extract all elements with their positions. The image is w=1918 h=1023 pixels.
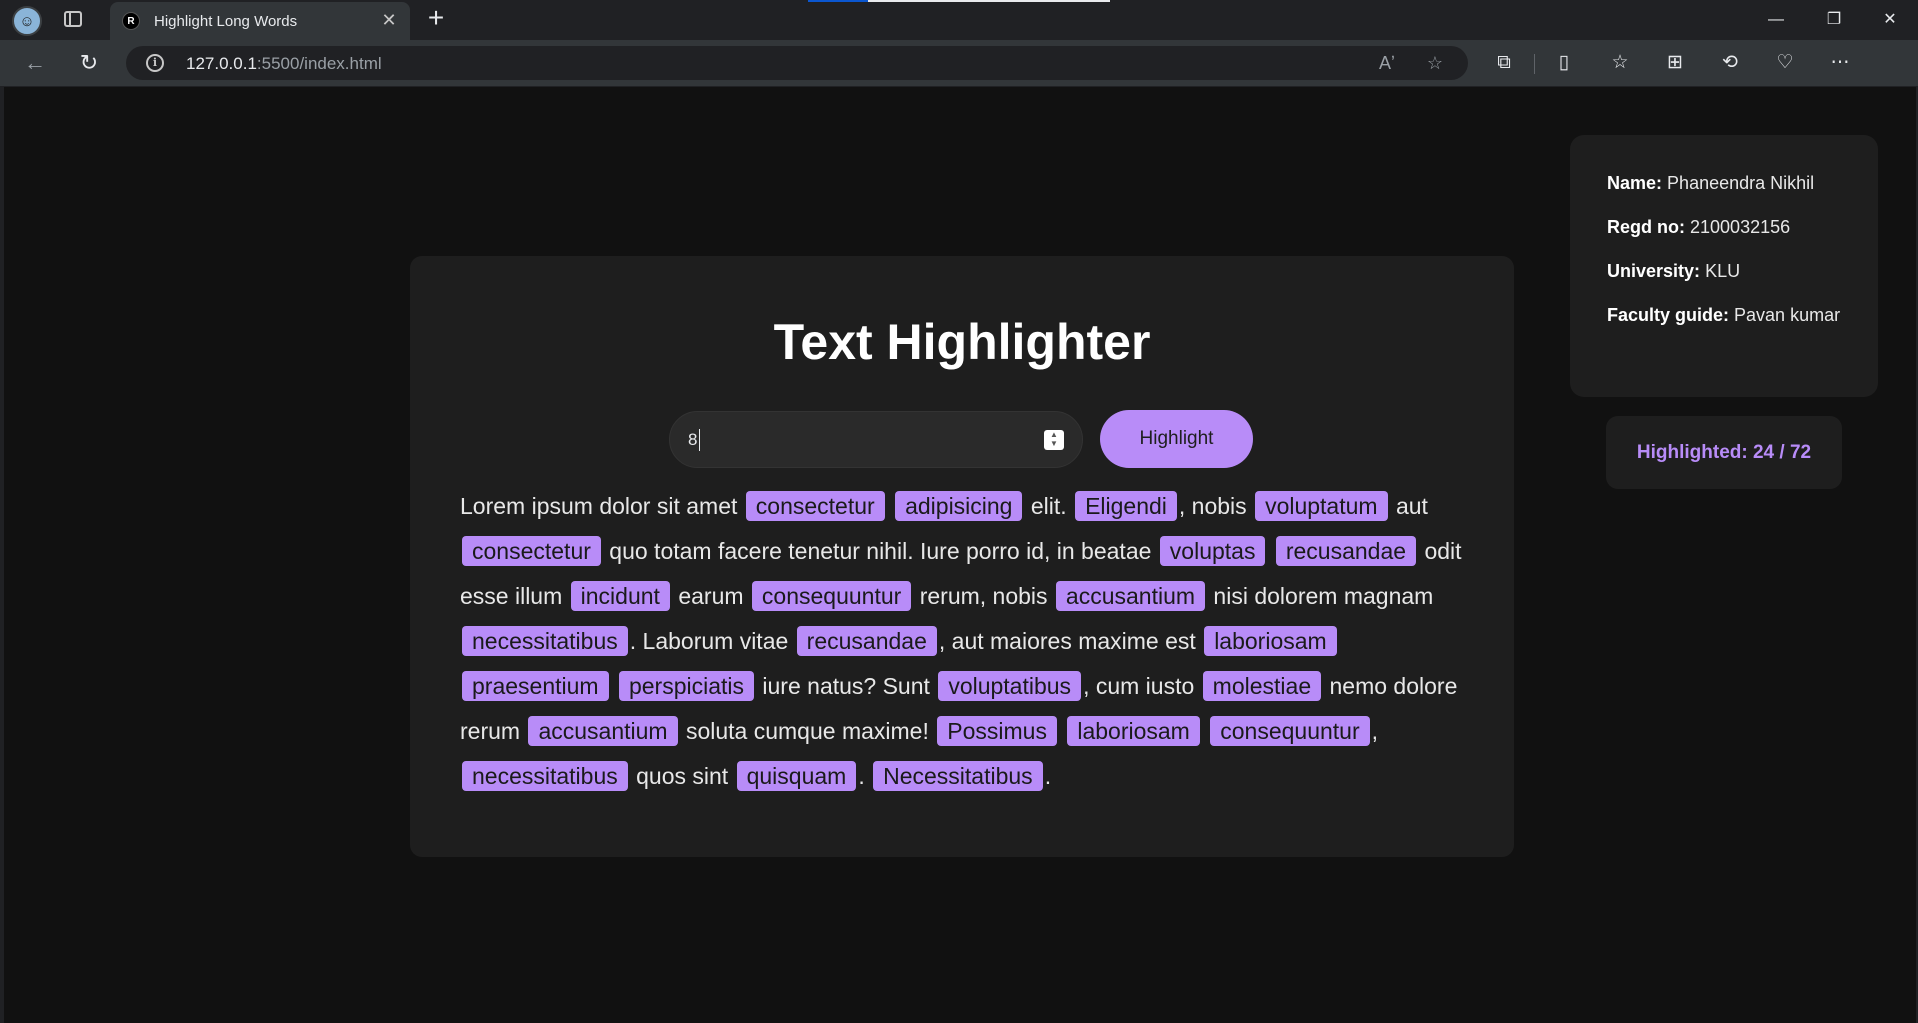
restore-icon[interactable]: ❐ xyxy=(1812,4,1856,36)
top-strip-light xyxy=(868,0,1110,2)
highlighted-word: praesentium xyxy=(462,671,609,701)
more-options-icon[interactable]: ⋯ xyxy=(1825,48,1855,78)
highlighted-word: molestiae xyxy=(1202,671,1322,701)
highlighted-word: recusandae xyxy=(796,626,937,656)
text-caret xyxy=(699,429,700,451)
info-name: Name: Phaneendra Nikhil xyxy=(1607,173,1815,193)
split-screen-icon[interactable]: ▯ xyxy=(1549,48,1579,78)
top-strip-accent xyxy=(808,0,868,2)
highlighted-word: necessitatibus xyxy=(462,626,628,656)
highlighted-word: recusandae xyxy=(1275,536,1417,566)
favorite-star-icon[interactable]: ☆ xyxy=(1422,50,1448,76)
close-window-icon[interactable]: ✕ xyxy=(1868,4,1912,36)
url-text[interactable]: 127.0.0.1:5500/index.html xyxy=(186,54,382,74)
highlighted-word: consequuntur xyxy=(1210,716,1370,746)
browser-tab[interactable]: R Highlight Long Words ✕ xyxy=(110,2,410,40)
page-viewport: Text Highlighter 8 ▲ ▼ Highlight Lorem ip… xyxy=(4,87,1916,1023)
new-tab-icon[interactable]: + xyxy=(422,4,450,33)
highlighted-word: accusantium xyxy=(1055,581,1206,611)
number-spinner-icon[interactable]: ▲ ▼ xyxy=(1044,430,1064,450)
word-length-value[interactable]: 8 xyxy=(688,430,697,450)
back-icon[interactable]: ← xyxy=(20,48,50,78)
highlighted-word: necessitatibus xyxy=(462,761,628,791)
highlighted-word: Eligendi xyxy=(1075,491,1177,521)
highlighted-word: laboriosam xyxy=(1204,626,1337,656)
highlighted-word: Possimus xyxy=(937,716,1057,746)
toolbar-separator xyxy=(1534,54,1535,74)
highlighted-word: adipisicing xyxy=(895,491,1023,521)
minimize-icon[interactable]: — xyxy=(1754,4,1798,36)
highlighted-word: consectetur xyxy=(745,491,885,521)
info-regd: Regd no: 2100032156 xyxy=(1607,217,1791,237)
extensions-icon[interactable]: ⧉ xyxy=(1489,48,1519,78)
tab-actions-icon[interactable] xyxy=(64,11,82,27)
info-guide: Faculty guide: Pavan kumar xyxy=(1607,305,1841,325)
collections-icon[interactable]: ⊞ xyxy=(1660,48,1690,78)
page-title: Text Highlighter xyxy=(773,314,1151,370)
info-university: University: KLU xyxy=(1607,261,1741,281)
highlighted-word: quisquam xyxy=(736,761,857,791)
highlighted-word: consectetur xyxy=(462,536,601,566)
highlighted-word: voluptatibus xyxy=(938,671,1082,701)
word-length-input[interactable]: 8 ▲ ▼ xyxy=(669,411,1083,468)
profile-avatar-icon[interactable]: ☺ xyxy=(12,6,42,36)
browser-title-bar: ☺ R Highlight Long Words ✕ + — ❐ ✕ xyxy=(0,0,1918,40)
refresh-icon[interactable]: ↻ xyxy=(74,48,104,78)
paragraph-text: Lorem ipsum dolor sit amet consectetur a… xyxy=(460,491,1462,791)
highlight-button[interactable]: Highlight xyxy=(1100,410,1253,468)
highlighted-word: consequuntur xyxy=(751,581,912,611)
address-bar[interactable]: i 127.0.0.1:5500/index.html Aʼ ☆ xyxy=(126,46,1468,80)
browser-toolbar: ← ↻ i 127.0.0.1:5500/index.html Aʼ ☆ ⧉ ▯… xyxy=(0,40,1918,116)
highlighted-word: voluptatum xyxy=(1255,491,1388,521)
highlighted-word: incidunt xyxy=(570,581,670,611)
favorites-icon[interactable]: ☆ xyxy=(1605,48,1635,78)
highlighter-card: Text Highlighter 8 ▲ ▼ Highlight Lorem ip… xyxy=(410,256,1514,857)
highlighted-word: perspiciatis xyxy=(618,671,755,701)
site-info-icon[interactable]: i xyxy=(146,54,164,72)
tab-close-icon[interactable]: ✕ xyxy=(378,9,400,31)
highlighted-word: voluptas xyxy=(1159,536,1266,566)
performance-icon[interactable]: ♡ xyxy=(1770,48,1800,78)
tab-title: Highlight Long Words xyxy=(154,13,298,30)
read-aloud-icon[interactable]: Aʼ xyxy=(1374,50,1400,76)
tab-favicon-icon: R xyxy=(122,12,140,30)
student-info-card: Name: Phaneendra Nikhil Regd no: 2100032… xyxy=(1570,135,1878,397)
highlighted-word: accusantium xyxy=(528,716,678,746)
highlighted-word: Necessitatibus xyxy=(873,761,1043,791)
highlighted-word: laboriosam xyxy=(1067,716,1200,746)
highlight-count: Highlighted: 24 / 72 xyxy=(1606,416,1842,489)
history-icon[interactable]: ⟲ xyxy=(1715,48,1745,78)
